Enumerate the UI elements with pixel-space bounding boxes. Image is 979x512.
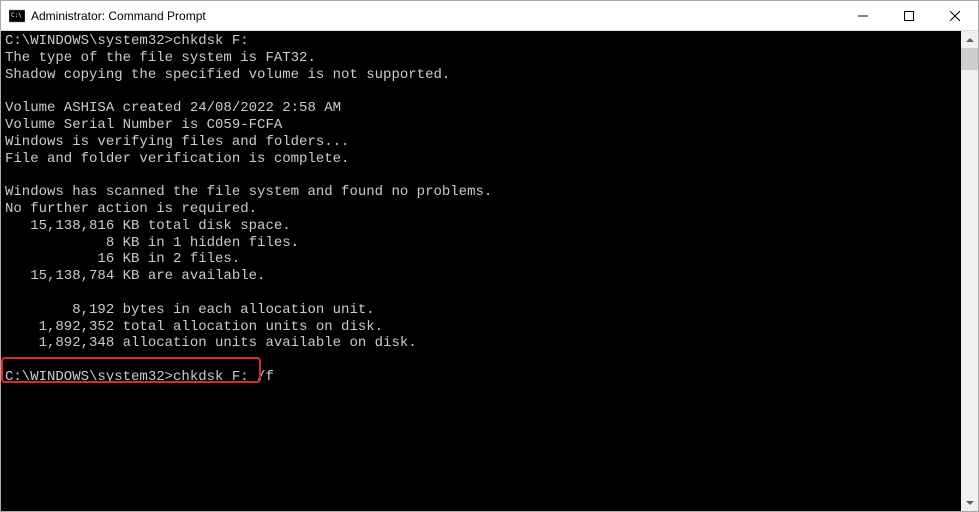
output-line: 8,192 bytes in each allocation unit. — [5, 302, 375, 318]
output-line: No further action is required. — [5, 201, 257, 217]
maximize-button[interactable] — [886, 1, 932, 30]
output-line: 1,892,348 allocation units available on … — [5, 335, 417, 351]
output-line: Windows is verifying files and folders..… — [5, 134, 349, 150]
close-button[interactable] — [932, 1, 978, 30]
scrollbar-thumb[interactable] — [961, 48, 978, 70]
terminal[interactable]: C:\WINDOWS\system32>chkdsk F: The type o… — [1, 31, 961, 511]
prompt-line-2: C:\WINDOWS\system32>chkdsk F: /f — [5, 369, 274, 385]
output-line: 1,892,352 total allocation units on disk… — [5, 319, 383, 335]
output-line: 8 KB in 1 hidden files. — [5, 235, 299, 251]
output-line: 15,138,816 KB total disk space. — [5, 218, 291, 234]
prompt-line-1: C:\WINDOWS\system32>chkdsk F: — [5, 33, 249, 49]
content-wrapper: C:\WINDOWS\system32>chkdsk F: The type o… — [1, 31, 978, 511]
output-line: 15,138,784 KB are available. — [5, 268, 265, 284]
output-line: Volume ASHISA created 24/08/2022 2:58 AM — [5, 100, 341, 116]
titlebar-buttons — [840, 1, 978, 30]
output-line: The type of the file system is FAT32. — [5, 50, 316, 66]
output-line: Shadow copying the specified volume is n… — [5, 67, 450, 83]
cmd-icon: C:\ — [9, 8, 25, 24]
svg-text:C:\: C:\ — [11, 12, 22, 19]
output-line: File and folder verification is complete… — [5, 151, 349, 167]
minimize-button[interactable] — [840, 1, 886, 30]
output-line: 16 KB in 2 files. — [5, 251, 240, 267]
titlebar-text: Administrator: Command Prompt — [31, 9, 840, 23]
titlebar: C:\ Administrator: Command Prompt — [1, 1, 978, 31]
output-line: Windows has scanned the file system and … — [5, 184, 492, 200]
scrollbar-up-icon[interactable] — [961, 31, 978, 48]
output-line: Volume Serial Number is C059-FCFA — [5, 117, 282, 133]
scrollbar[interactable] — [961, 31, 978, 511]
scrollbar-down-icon[interactable] — [961, 494, 978, 511]
